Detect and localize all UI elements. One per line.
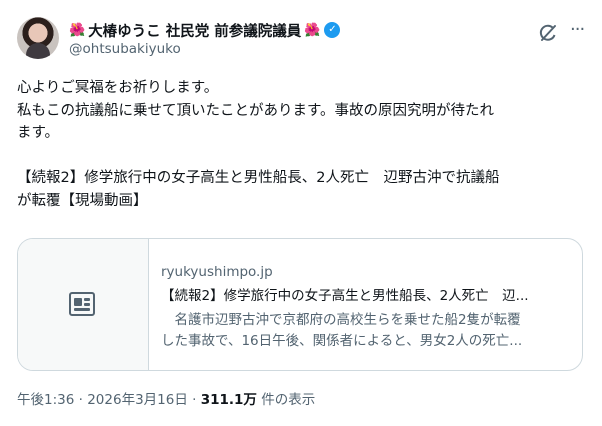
card-thumbnail — [18, 239, 149, 370]
article-icon — [69, 292, 95, 316]
tweet-meta: 午後1:36 · 2026年3月16日 · 311.1万 件の表示 — [17, 388, 315, 408]
card-title[interactable]: 【続報2】修学旅行中の女子高生と男性船長、2人死亡 辺... — [161, 286, 571, 306]
grok-icon[interactable] — [538, 23, 558, 43]
tweet-line: 私もこの抗議船に乗せて頂いたことがあります。事故の原因究明が待たれ ます。 — [17, 102, 495, 142]
tweet-line: 【続報2】修学旅行中の女子高生と男性船長、2人死亡 辺野古沖で抗議船 が転覆【現… — [17, 170, 500, 209]
view-label: 件の表示 — [261, 392, 316, 408]
author-avatar[interactable] — [17, 17, 59, 59]
author-name[interactable]: 大椿ゆうこ 社民党 前参議院議員 — [88, 20, 301, 41]
tweet-date[interactable]: 2026年3月16日 — [87, 392, 188, 408]
tweet-line: 心よりご冥福をお祈りします。 — [17, 80, 219, 96]
tweet-time[interactable]: 午後1:36 — [17, 392, 74, 408]
card-description: 名護市辺野古沖で京都府の高校生らを乗せた船2隻が転覆 した事故で、16日午後、関… — [161, 312, 523, 349]
tweet-text: 心よりご冥福をお祈りします。 私もこの抗議船に乗せて頂いたことがあります。事故の… — [17, 77, 587, 212]
card-text: ryukyushimpo.jp 【続報2】修学旅行中の女子高生と男性船長、2人死… — [161, 263, 571, 352]
author-name-row[interactable]: 🌺 大椿ゆうこ 社民党 前参議院議員 🌺 ✓ — [69, 20, 341, 41]
more-options-icon[interactable]: ··· — [570, 21, 590, 42]
view-count: 311.1万 — [200, 392, 257, 408]
flower-icon: 🌺 — [304, 22, 321, 38]
meta-separator: · — [192, 392, 197, 408]
tweet-header: 🌺 大椿ゆうこ 社民党 前参議院議員 🌺 ✓ @ohtsubakiyuko ··… — [17, 17, 587, 63]
card-domain[interactable]: ryukyushimpo.jp — [161, 263, 571, 281]
meta-separator: · — [78, 392, 83, 408]
link-preview-card[interactable]: ryukyushimpo.jp 【続報2】修学旅行中の女子高生と男性船長、2人死… — [17, 238, 583, 371]
flower-icon: 🌺 — [69, 22, 86, 38]
author-handle[interactable]: @ohtsubakiyuko — [69, 41, 181, 57]
verified-badge-icon[interactable]: ✓ — [324, 22, 341, 38]
